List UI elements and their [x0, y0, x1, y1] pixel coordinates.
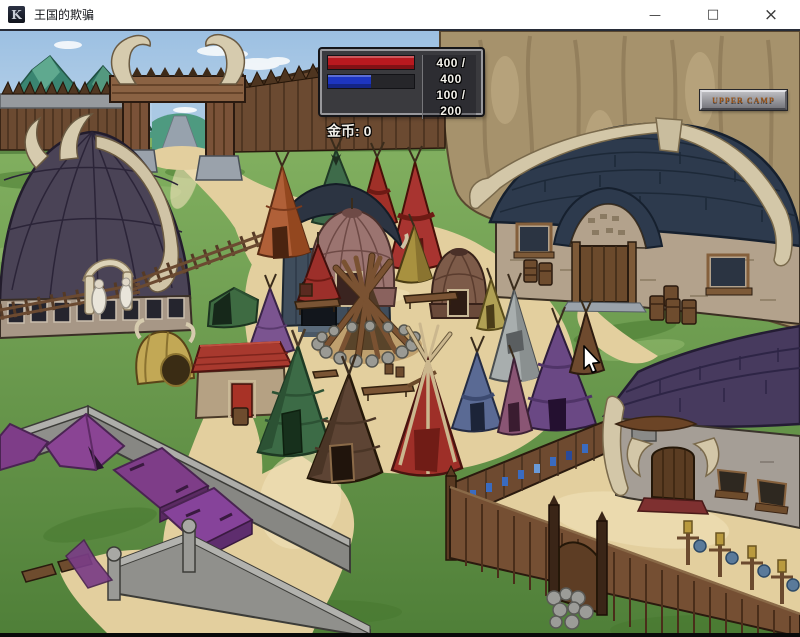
hud-values: 400 / 400 100 / 200	[422, 55, 476, 119]
mp-fill	[328, 75, 371, 88]
window-title: 王国的欺骗	[34, 6, 94, 23]
letterbox-strip	[0, 633, 800, 637]
mana-bar	[327, 74, 415, 89]
hp-value: 400 / 400	[427, 55, 475, 87]
gold-label: 金币:	[327, 123, 360, 139]
gold-value: 0	[364, 123, 372, 139]
game-window: K 王国的欺骗 — □ ×	[0, 0, 800, 637]
window-controls: — □ ×	[626, 0, 800, 29]
mp-value: 100 / 200	[427, 87, 475, 119]
minimize-button[interactable]: —	[626, 0, 684, 29]
app-icon: K	[8, 6, 25, 23]
game-viewport[interactable]: 400 / 400 100 / 200 金币: 0 UPPER CAMP	[0, 31, 800, 637]
close-button[interactable]: ×	[742, 0, 800, 29]
title-bar: K 王国的欺骗 — □ ×	[0, 0, 800, 31]
area-plaque-text: UPPER CAMP	[712, 96, 775, 105]
gold-counter: 金币: 0	[327, 121, 476, 141]
area-plaque: UPPER CAMP	[700, 90, 787, 110]
maximize-button[interactable]: □	[684, 0, 742, 29]
health-bar	[327, 55, 415, 70]
longhouse-window-left	[514, 224, 554, 258]
hud-bars	[327, 55, 419, 119]
hp-fill	[328, 56, 414, 69]
hud-panel: 400 / 400 100 / 200 金币: 0	[320, 49, 483, 115]
